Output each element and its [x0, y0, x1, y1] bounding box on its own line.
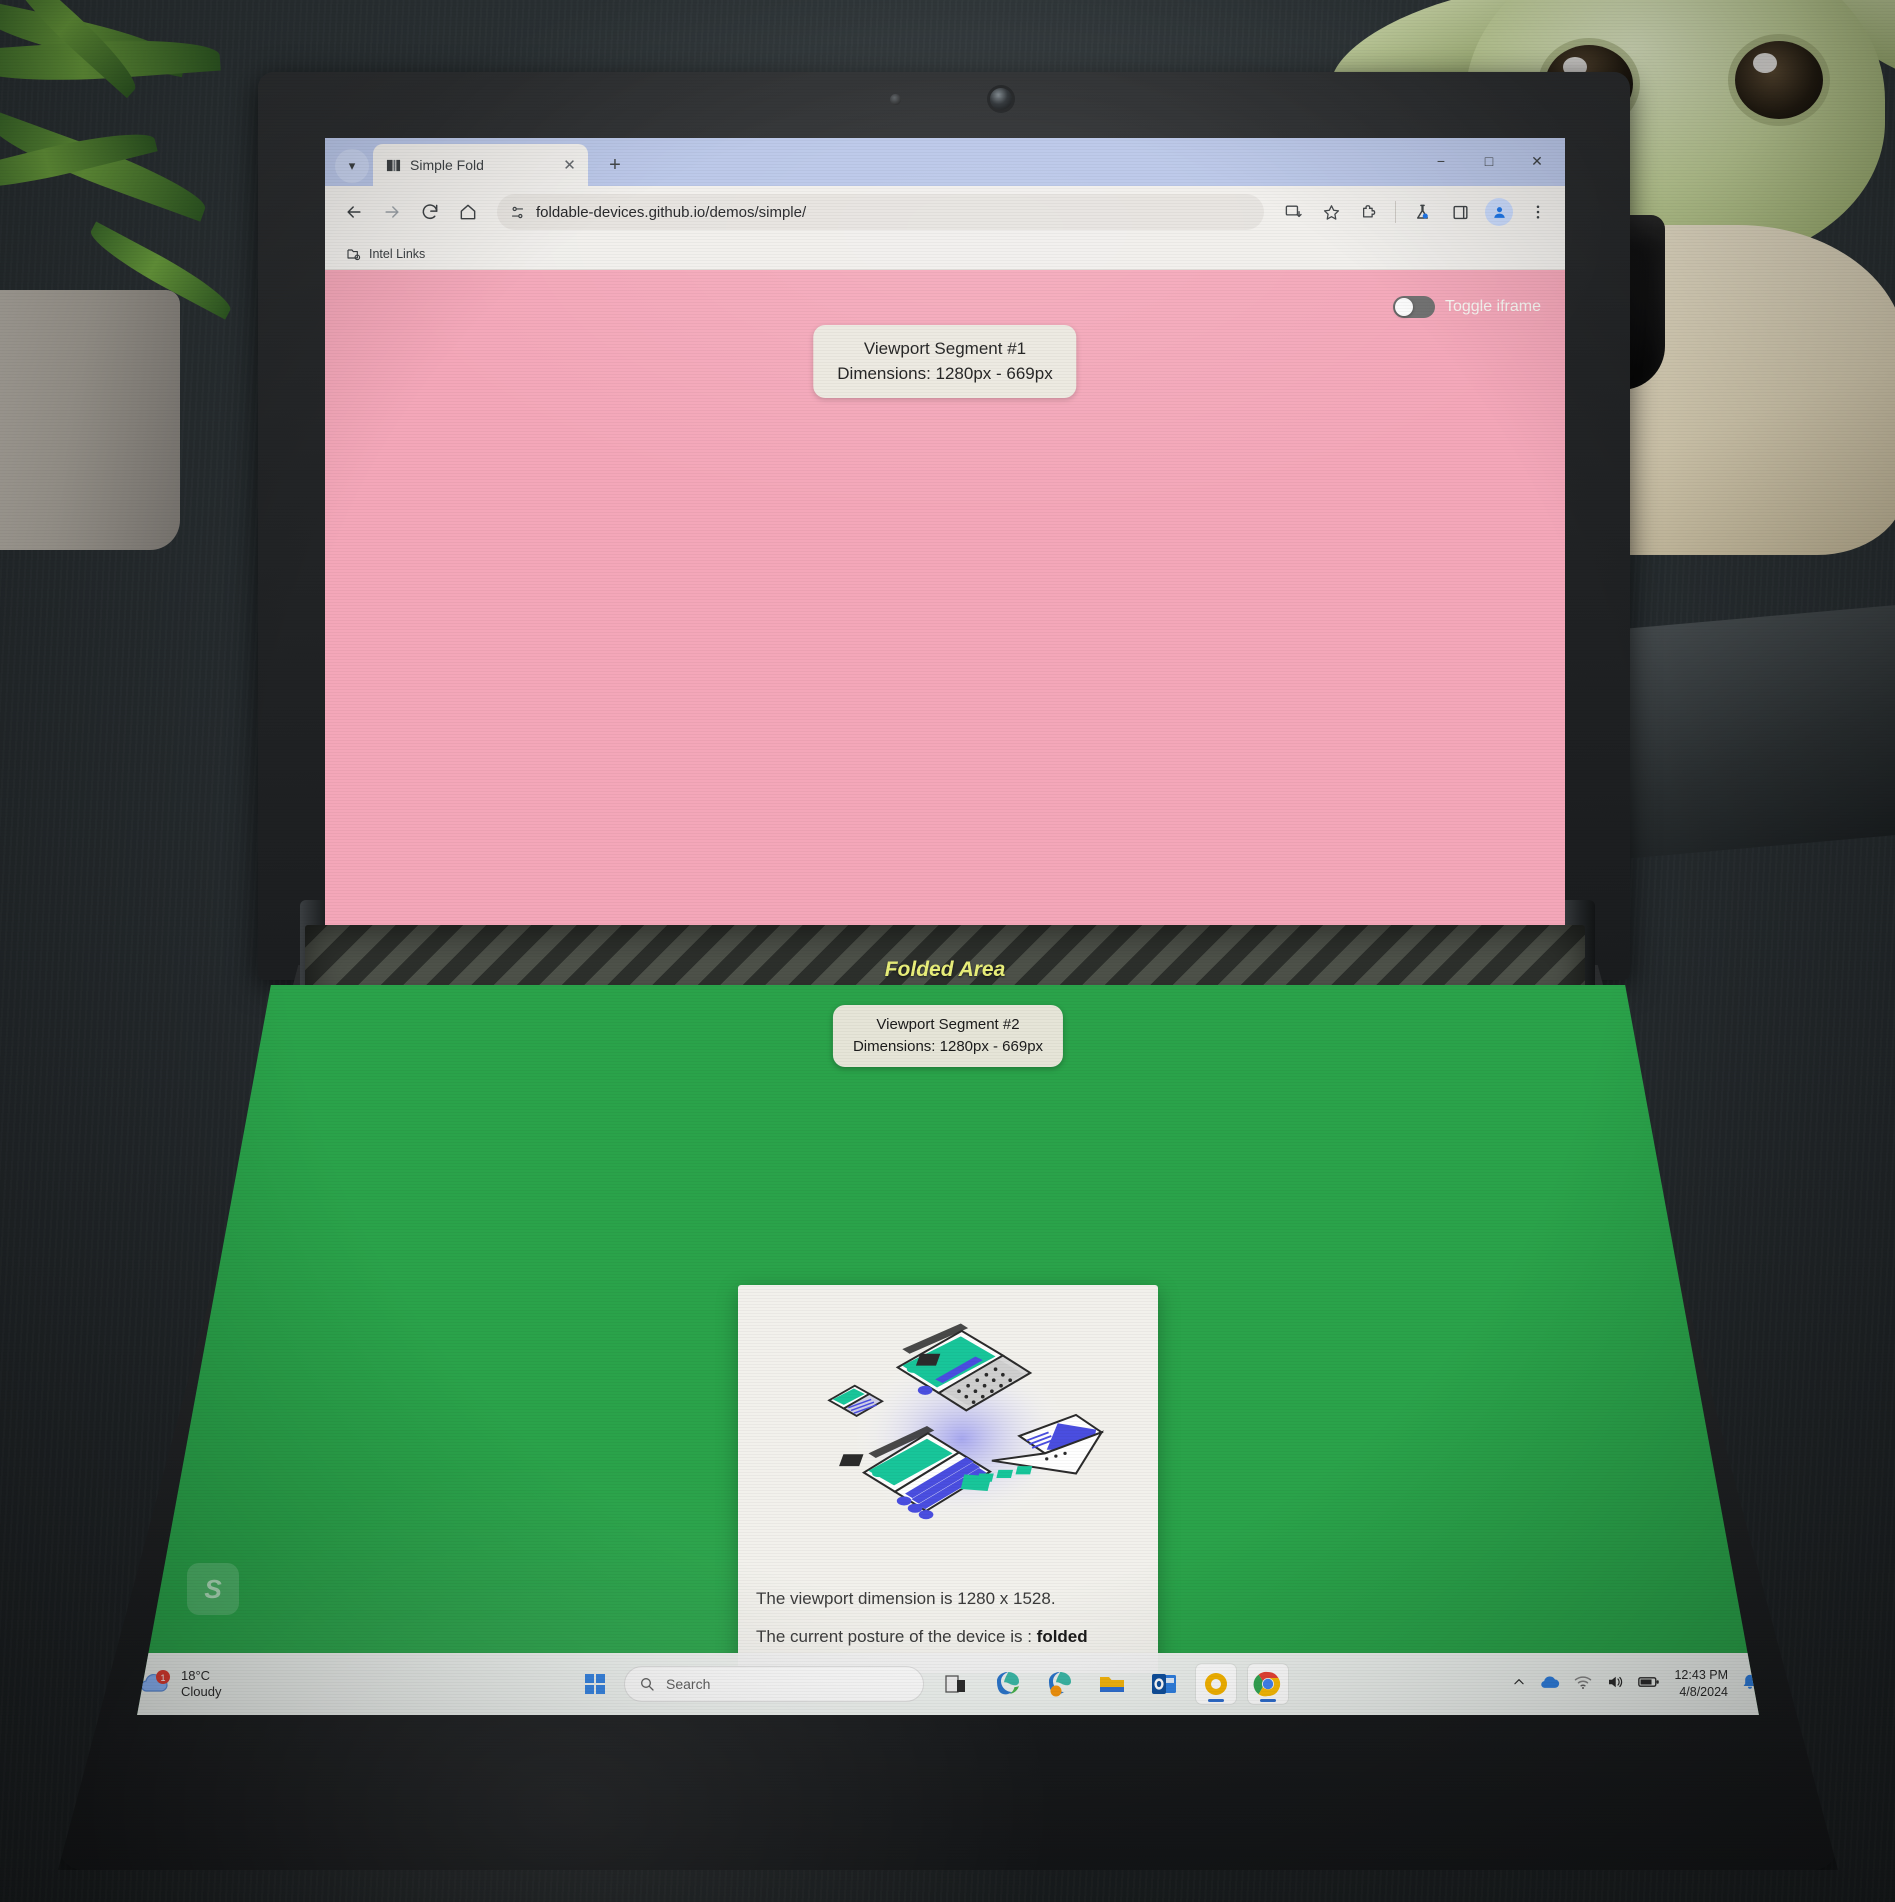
posture-prefix: The current posture of the device is :	[756, 1627, 1037, 1646]
viewport-segment-1: Viewport Segment #1 Dimensions: 1280px -…	[325, 270, 1565, 928]
book-icon	[386, 159, 401, 171]
speaker-icon[interactable]	[1606, 1674, 1624, 1695]
browser-tab-title: Simple Fold	[410, 157, 484, 173]
search-icon	[641, 1678, 654, 1691]
window-controls: − □ ✕	[1417, 144, 1561, 178]
flask-icon[interactable]	[1405, 195, 1439, 229]
edge-icon	[997, 1672, 1019, 1695]
segment-2-title: Viewport Segment #2	[876, 1016, 1020, 1033]
reload-icon[interactable]	[413, 195, 447, 229]
chevron-up-icon[interactable]	[1512, 1675, 1526, 1694]
device-watermark-logo: S	[187, 1563, 239, 1615]
taskbar-weather-widget[interactable]: 1 18°C Cloudy	[137, 1668, 412, 1701]
star-icon[interactable]	[1314, 195, 1348, 229]
install-app-icon[interactable]	[1276, 195, 1310, 229]
weather-condition: Cloudy	[181, 1684, 222, 1699]
viewport-segment-2: Viewport Segment #2 Dimensions: 1280px -…	[137, 985, 1759, 1715]
taskbar-app-orange[interactable]	[1196, 1664, 1236, 1704]
wifi-icon[interactable]	[1574, 1674, 1592, 1695]
side-panel-icon[interactable]	[1443, 195, 1477, 229]
foldable-laptop: ▾ Simple Fold ✕ + − □ ✕ foldable-devices…	[0, 0, 1895, 1902]
viewport-dimension-text: The viewport dimension is 1280 x 1528.	[756, 1589, 1056, 1608]
weather-temperature: 18°C	[181, 1667, 211, 1683]
posture-text: The current posture of the device is : f…	[756, 1627, 1140, 1647]
three-dot-menu-icon[interactable]	[1521, 195, 1555, 229]
address-bar-url: foldable-devices.github.io/demos/simple/	[536, 203, 807, 221]
segment-1-title: Viewport Segment #1	[863, 339, 1027, 358]
cloud-icon[interactable]	[1540, 1674, 1560, 1695]
chrome-icon	[1253, 1671, 1281, 1697]
top-display: ▾ Simple Fold ✕ + − □ ✕ foldable-devices…	[325, 138, 1565, 928]
taskbar-app-outlook[interactable]	[1144, 1664, 1184, 1704]
taskbar-app-file-explorer[interactable]	[1092, 1664, 1132, 1704]
browser-tab[interactable]: Simple Fold ✕	[373, 144, 588, 186]
tab-close-icon[interactable]: ✕	[561, 157, 578, 174]
webcam-bar	[890, 88, 1120, 112]
profile-avatar-icon[interactable]	[1485, 198, 1513, 226]
clock-time: 12:43 PM	[1674, 1668, 1728, 1683]
tune-sliders-icon[interactable]	[509, 204, 526, 221]
new-tab-plus-icon[interactable]: +	[598, 148, 632, 182]
segment-2-dimensions: Dimensions: 1280px - 669px	[852, 1037, 1044, 1055]
windows-taskbar: 1 18°C Cloudy Search 12:43 PM 4/8/2024	[137, 1653, 1759, 1715]
window-maximize-icon[interactable]: □	[1465, 144, 1513, 178]
toggle-iframe-switch[interactable]	[1392, 296, 1435, 318]
task-view-icon	[945, 1675, 965, 1693]
taskbar-app-task-view[interactable]	[936, 1664, 976, 1704]
toggle-iframe-label: Toggle iframe	[1444, 298, 1541, 315]
segment-2-badge: Viewport Segment #2 Dimensions: 1280px -…	[832, 1005, 1064, 1067]
info-card: The viewport dimension is 1280 x 1528. T…	[738, 1285, 1158, 1673]
taskbar-center: Search	[412, 1664, 1454, 1704]
toggle-iframe-control[interactable]: Toggle iframe	[1392, 296, 1541, 318]
weather-text: 18°C Cloudy	[181, 1668, 221, 1701]
taskbar-app-edge[interactable]	[988, 1664, 1028, 1704]
back-arrow-icon[interactable]	[337, 195, 371, 229]
bottom-display: Viewport Segment #2 Dimensions: 1280px -…	[137, 985, 1759, 1715]
window-close-icon[interactable]: ✕	[1513, 144, 1561, 178]
toolbar-divider	[1395, 201, 1396, 223]
folder-icon	[1100, 1677, 1124, 1692]
tab-search-chevron-down-icon[interactable]: ▾	[335, 149, 369, 183]
posture-value: folded	[1036, 1627, 1088, 1646]
segment-1-badge: Viewport Segment #1 Dimensions: 1280px -…	[813, 325, 1077, 399]
window-minimize-icon[interactable]: −	[1417, 144, 1465, 178]
bookmark-label: Intel Links	[369, 246, 426, 261]
puzzle-piece-icon[interactable]	[1352, 195, 1386, 229]
taskbar-clock[interactable]: 12:43 PM 4/8/2024	[1674, 1667, 1728, 1701]
battery-icon[interactable]	[1638, 1675, 1660, 1694]
taskbar-system-tray: 12:43 PM 4/8/2024	[1454, 1667, 1759, 1701]
folded-area-label: Folded Area	[884, 958, 1006, 981]
forward-arrow-icon[interactable]	[375, 195, 409, 229]
search-placeholder: Search	[666, 1676, 711, 1692]
taskbar-app-edge-copilot[interactable]	[1040, 1664, 1080, 1704]
taskbar-search-input[interactable]: Search	[624, 1666, 924, 1702]
windows-start-icon[interactable]	[578, 1667, 612, 1701]
taskbar-app-chrome[interactable]	[1248, 1664, 1288, 1704]
webcam-lens-icon	[990, 88, 1012, 110]
svg-text:1: 1	[160, 1673, 165, 1683]
camera-sensor-dot	[890, 94, 901, 105]
orange-circle-app-icon	[1205, 1673, 1227, 1695]
address-bar[interactable]: foldable-devices.github.io/demos/simple/	[497, 194, 1264, 230]
segment-1-dimensions: Dimensions: 1280px - 669px	[837, 363, 1053, 383]
browser-tab-strip: ▾ Simple Fold ✕ + − □ ✕	[325, 138, 1565, 186]
edge-copilot-icon	[1049, 1672, 1071, 1697]
clock-date: 4/8/2024	[1679, 1685, 1728, 1699]
bookmarks-bar: Intel Links	[325, 238, 1565, 270]
home-icon[interactable]	[451, 195, 485, 229]
browser-toolbar: foldable-devices.github.io/demos/simple/	[325, 186, 1565, 238]
bookmark-item-intel-links[interactable]: Intel Links	[339, 243, 432, 265]
foldable-laptops-illustration	[756, 1312, 1140, 1560]
folder-managed-icon	[347, 248, 361, 260]
outlook-icon	[1152, 1674, 1176, 1694]
